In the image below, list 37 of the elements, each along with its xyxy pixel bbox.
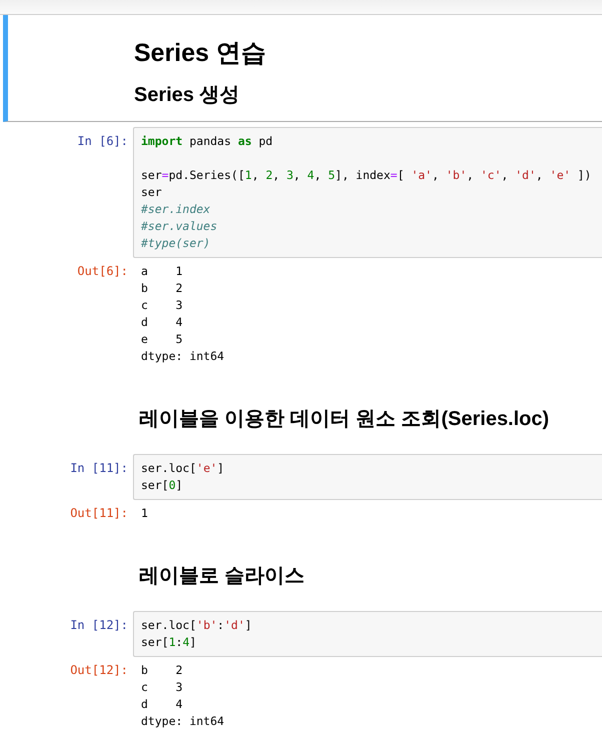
code-line: #type(ser) xyxy=(141,235,212,252)
code-line: import pandas as pd xyxy=(141,133,274,150)
output-prompt: Out[11]: xyxy=(69,505,129,522)
output-line: d 4 xyxy=(141,314,184,331)
code-line: ser.loc['b':'d'] xyxy=(141,617,253,634)
output-prompt: Out[12]: xyxy=(69,662,129,679)
code-line: ser.loc['e'] xyxy=(141,460,226,477)
output-line: dtype: int64 xyxy=(141,348,226,365)
markdown-cell[interactable]: 레이블로 슬라이스 xyxy=(0,527,602,606)
output-prompt: Out[6]: xyxy=(76,263,129,280)
output-line: e 5 xyxy=(141,331,184,348)
code-input[interactable]: import pandas as pd ser=pd.Series([1, 2, 3, 4, 5], index=[ 'a', 'b', 'c', 'd', 'e' ]) ser #ser.index #ser.values #type(ser) xyxy=(133,127,602,258)
output-line: b 2 xyxy=(141,280,184,297)
section-heading: 레이블을 이용한 데이터 원소 조회(Series.loc) xyxy=(139,407,550,432)
output-line: a 1 xyxy=(141,263,184,280)
output-line: c 3 xyxy=(141,297,184,314)
output-line: b 2 xyxy=(141,662,184,679)
output-line: 1 xyxy=(141,505,149,522)
input-prompt: In [12]: xyxy=(69,617,129,634)
code-input[interactable]: ser.loc['e'] ser[0] xyxy=(133,454,602,500)
notebook-heading: Series 연습 xyxy=(134,38,268,69)
selected-cell[interactable]: Series 연습 Series 생성 xyxy=(3,15,602,122)
code-line: ser=pd.Series([1, 2, 3, 4, 5], index=[ 'a', 'b', 'c', 'd', 'e' ]) xyxy=(141,167,592,184)
output-line: dtype: int64 xyxy=(141,713,226,730)
code-input[interactable]: ser.loc['b':'d'] ser[1:4] xyxy=(133,611,602,657)
input-prompt: In [11]: xyxy=(69,460,129,477)
section-heading: 레이블로 슬라이스 xyxy=(139,564,306,589)
input-prompt: In [6]: xyxy=(76,133,129,150)
markdown-cell[interactable]: 레이블을 이용한 데이터 원소 조회(Series.loc) xyxy=(0,370,602,449)
output-line: d 4 xyxy=(141,696,184,713)
output-line: c 3 xyxy=(141,679,184,696)
code-line: ser[1:4] xyxy=(141,634,198,651)
section-heading: Series 생성 xyxy=(134,83,241,108)
code-line: #ser.index xyxy=(141,201,212,218)
code-line: #ser.values xyxy=(141,218,218,235)
code-line: ser[0] xyxy=(141,477,184,494)
code-line: ser xyxy=(141,184,163,201)
